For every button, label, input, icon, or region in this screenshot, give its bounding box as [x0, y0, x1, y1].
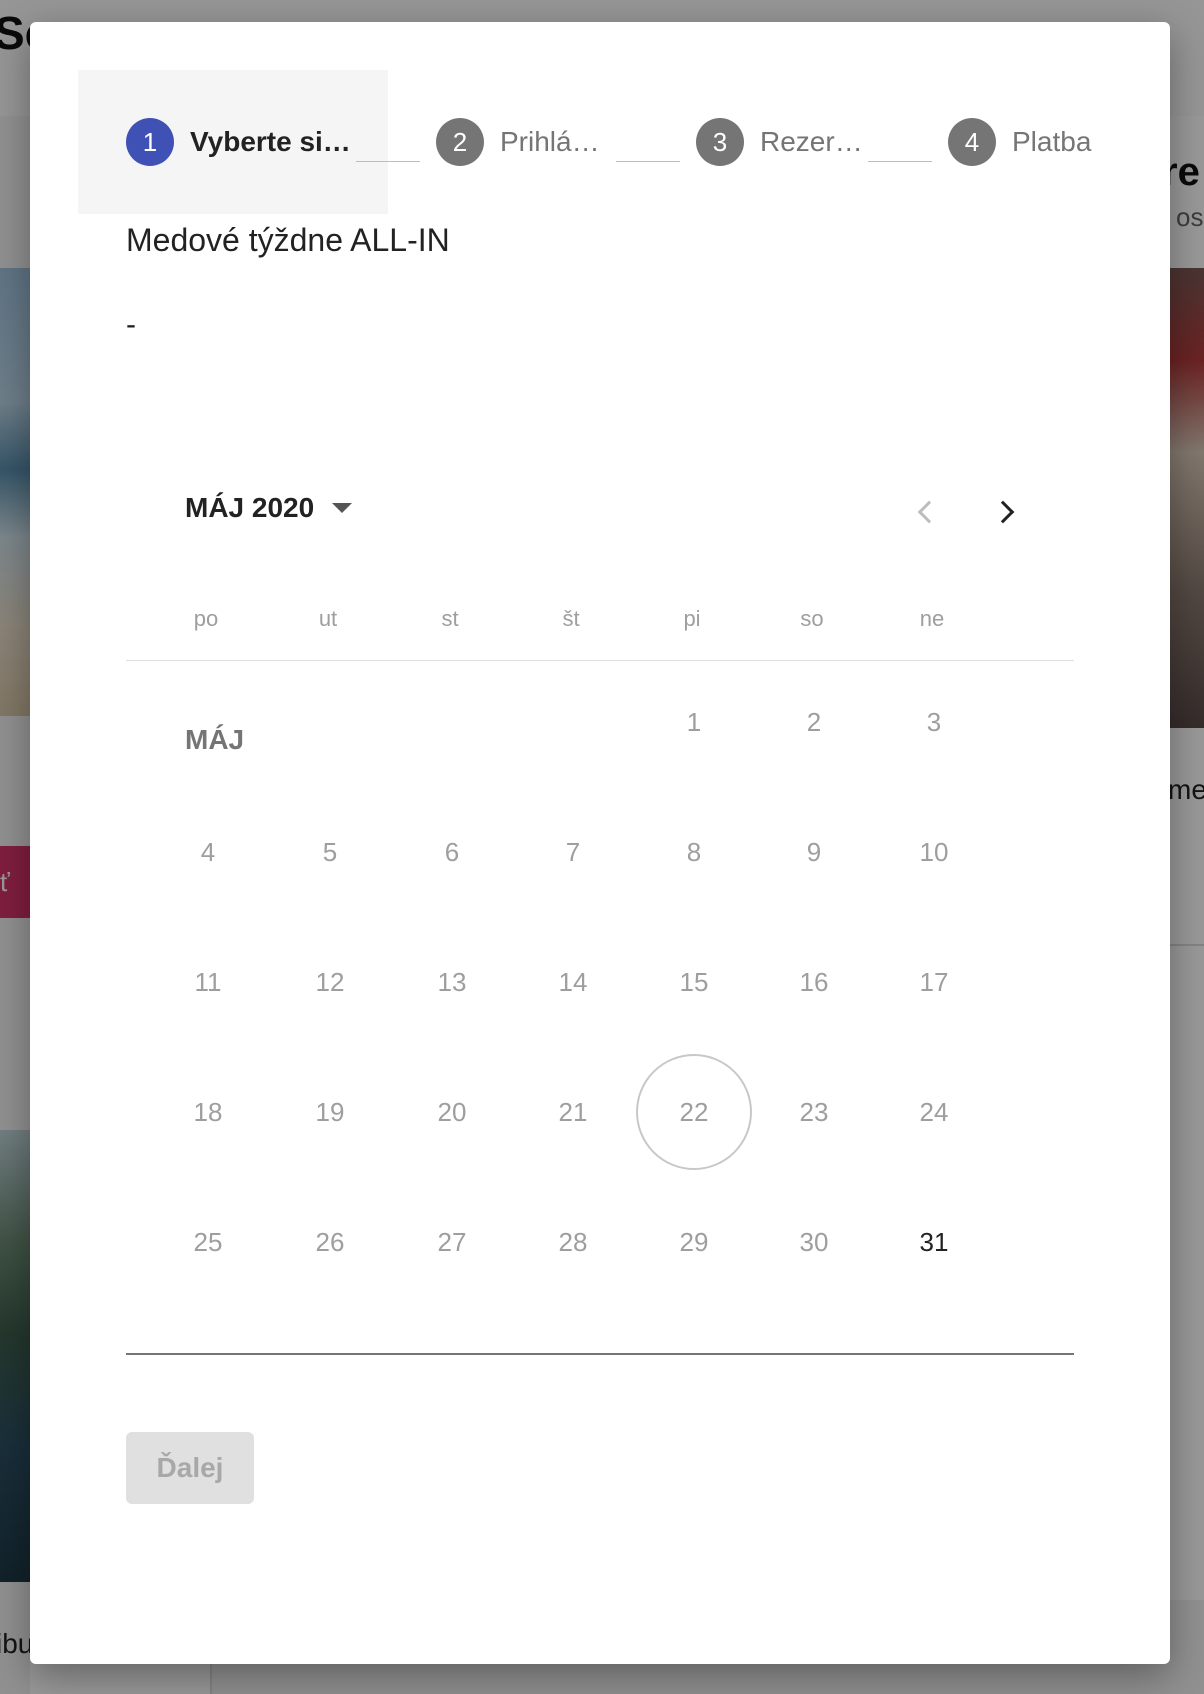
calendar-day[interactable]: 23 [756, 1054, 872, 1170]
calendar-day[interactable]: 17 [876, 924, 992, 1040]
step-label: Platba [1012, 126, 1092, 157]
step-reservation[interactable]: 3 Rezer… [696, 70, 863, 214]
calendar-day[interactable]: 28 [515, 1184, 631, 1300]
step-select[interactable]: 1 Vyberte si… [78, 70, 388, 214]
calendar-day[interactable]: 26 [272, 1184, 388, 1300]
calendar-day[interactable]: 29 [636, 1184, 752, 1300]
step-number-badge: 3 [696, 118, 744, 166]
step-label: Prihlá… [500, 126, 600, 157]
package-title: Medové týždne ALL-IN [126, 222, 450, 258]
next-month-button[interactable] [984, 490, 1028, 534]
calendar-day[interactable]: 3 [876, 664, 992, 780]
weekday-label: po [193, 606, 219, 631]
calendar-day[interactable]: 14 [515, 924, 631, 1040]
month-year-selector[interactable]: MÁJ 2020 [185, 492, 353, 524]
step-label: Rezer… [760, 126, 863, 157]
chevron-left-icon [917, 500, 941, 524]
weekday-header: po ut st št pi so ne [126, 606, 1074, 646]
caret-down-icon [332, 503, 353, 513]
step-connector [868, 161, 932, 162]
stepper: 1 Vyberte si… 2 Prihlá… 3 Rezer… 4 Platb… [78, 70, 1138, 214]
month-row-label: MÁJ [185, 724, 245, 755]
calendar-day[interactable]: 4 [150, 794, 266, 910]
calendar-day[interactable]: 30 [756, 1184, 872, 1300]
step-number-badge: 2 [436, 118, 484, 166]
calendar-day[interactable]: 7 [515, 794, 631, 910]
calendar-day[interactable]: 10 [876, 794, 992, 910]
chevron-right-icon [991, 500, 1015, 524]
calendar-day[interactable]: 8 [636, 794, 752, 910]
step-login[interactable]: 2 Prihlá… [436, 70, 600, 214]
weekday-label: so [800, 606, 824, 631]
calendar-day[interactable]: 11 [150, 924, 266, 1040]
month-year-label: MÁJ 2020 [185, 492, 315, 523]
weekday-label: pi [683, 606, 701, 631]
calendar-day[interactable]: 12 [272, 924, 388, 1040]
calendar-day[interactable]: 6 [394, 794, 510, 910]
calendar-bottom-border [126, 1353, 1074, 1355]
calendar-day[interactable]: 15 [636, 924, 752, 1040]
calendar-day[interactable]: 16 [756, 924, 872, 1040]
calendar-day[interactable]: 1 [636, 664, 752, 780]
step-number-badge: 4 [948, 118, 996, 166]
calendar-day[interactable]: 9 [756, 794, 872, 910]
calendar-day[interactable]: 5 [272, 794, 388, 910]
step-connector [616, 161, 680, 162]
calendar-day[interactable]: 18 [150, 1054, 266, 1170]
calendar-day[interactable]: 2 [756, 664, 872, 780]
calendar-day[interactable]: 24 [876, 1054, 992, 1170]
package-subtitle: - [126, 308, 136, 341]
calendar-day[interactable]: 20 [394, 1054, 510, 1170]
calendar-divider [126, 660, 1074, 661]
calendar-day[interactable]: 21 [515, 1054, 631, 1170]
step-payment[interactable]: 4 Platba [948, 70, 1091, 214]
step-connector [356, 161, 420, 162]
calendar-day[interactable]: 25 [150, 1184, 266, 1300]
step-number-badge: 1 [126, 118, 174, 166]
calendar-day[interactable]: 13 [394, 924, 510, 1040]
booking-dialog: 1 Vyberte si… 2 Prihlá… 3 Rezer… 4 Platb… [30, 22, 1170, 1664]
calendar-day[interactable]: 19 [272, 1054, 388, 1170]
weekday-label: ne [919, 606, 945, 631]
calendar-day[interactable]: 27 [394, 1184, 510, 1300]
weekday-label: ut [318, 606, 338, 631]
calendar-day[interactable]: 22 [636, 1054, 752, 1170]
previous-month-button[interactable] [904, 490, 948, 534]
weekday-label: st [441, 606, 459, 631]
step-label: Vyberte si… [190, 126, 351, 157]
calendar-day[interactable]: 31 [876, 1184, 992, 1300]
weekday-label: št [562, 606, 580, 631]
next-button[interactable]: Ďalej [126, 1432, 254, 1504]
